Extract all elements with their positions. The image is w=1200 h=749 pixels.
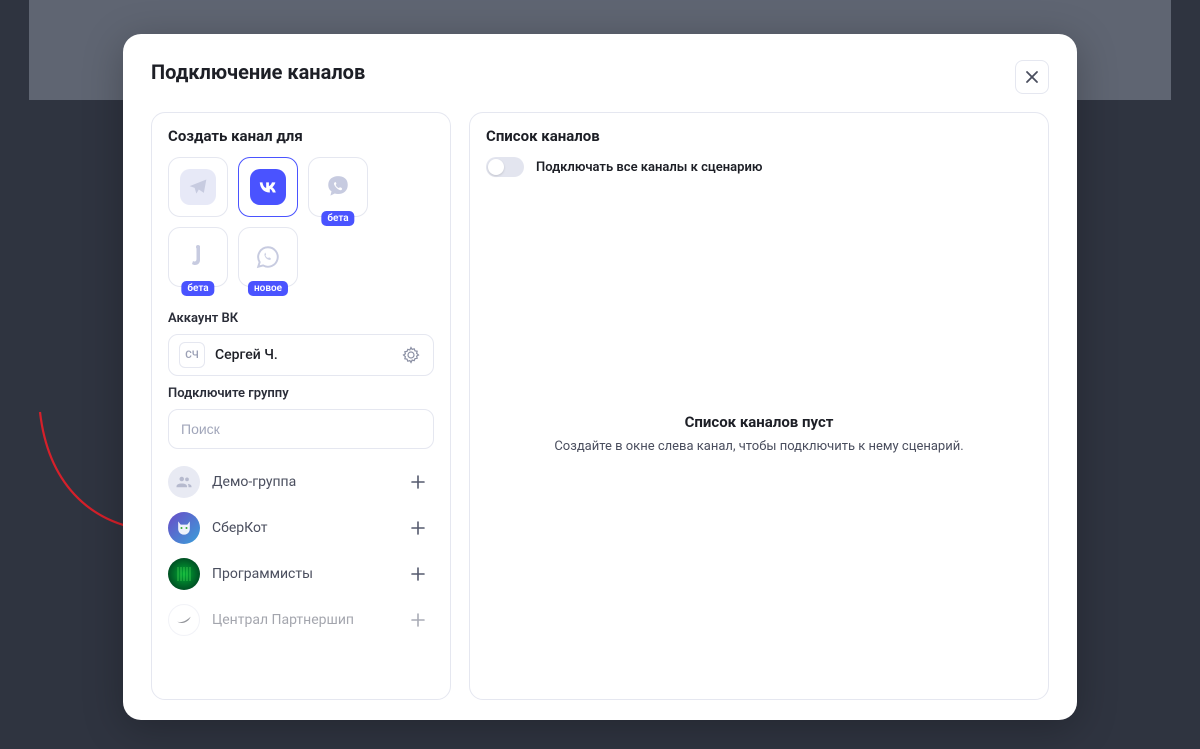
new-badge: новое xyxy=(248,281,288,296)
group-name: СберКот xyxy=(212,520,394,536)
group-row: Программисты xyxy=(168,551,430,597)
channel-tile-whatsapp[interactable]: новое xyxy=(238,227,298,287)
add-group-button[interactable] xyxy=(406,470,430,494)
beta-badge: бета xyxy=(181,281,214,296)
connect-channels-modal: Подключение каналов Создать канал для xyxy=(123,34,1077,720)
channel-list-label: Список каналов xyxy=(486,127,1032,145)
add-group-button[interactable] xyxy=(406,562,430,586)
close-button[interactable] xyxy=(1015,60,1049,94)
jivo-icon xyxy=(188,244,208,270)
group-name: Программисты xyxy=(212,566,394,582)
connect-all-toggle-row: Подключать все каналы к сценарию xyxy=(486,157,1032,177)
telegram-icon xyxy=(188,177,208,197)
plus-icon xyxy=(410,566,426,582)
group-name: Централ Партнершип xyxy=(212,612,394,628)
account-avatar: СЧ xyxy=(179,342,205,368)
group-list[interactable]: Демо-группа СберКот xyxy=(168,459,434,685)
group-avatar xyxy=(168,512,200,544)
groups-label: Подключите группу xyxy=(168,386,434,401)
channel-tile-jivo[interactable]: бета xyxy=(168,227,228,287)
close-icon xyxy=(1025,70,1039,84)
create-channel-label: Создать канал для xyxy=(168,127,434,145)
plus-icon xyxy=(410,474,426,490)
connect-all-toggle-label: Подключать все каналы к сценарию xyxy=(536,160,762,175)
connect-all-toggle[interactable] xyxy=(486,157,524,177)
empty-state-subtitle: Создайте в окне слева канал, чтобы подкл… xyxy=(554,437,963,457)
group-search-input[interactable] xyxy=(168,409,434,449)
swoosh-avatar-icon xyxy=(174,610,194,630)
account-selector[interactable]: СЧ Сергей Ч. xyxy=(168,334,434,376)
whatsapp-icon xyxy=(255,244,281,270)
group-row: Демо-группа xyxy=(168,459,430,505)
channel-tile-telegram[interactable] xyxy=(168,157,228,217)
group-avatar xyxy=(168,604,200,636)
channel-tile-vk[interactable] xyxy=(238,157,298,217)
group-avatar xyxy=(168,466,200,498)
channel-tile-viber[interactable]: бета xyxy=(308,157,368,217)
empty-state-title: Список каналов пуст xyxy=(685,413,834,431)
group-row: Централ Партнершип xyxy=(168,597,430,643)
group-avatar xyxy=(168,558,200,590)
viber-icon xyxy=(325,174,351,200)
group-row: СберКот xyxy=(168,505,430,551)
empty-state: Список каналов пуст Создайте в окне слев… xyxy=(486,185,1032,685)
create-channel-panel: Создать канал для xyxy=(151,112,451,700)
channel-tiles: бета бета новое xyxy=(168,157,434,287)
account-name: Сергей Ч. xyxy=(215,347,389,363)
matrix-avatar-icon xyxy=(175,565,193,583)
plus-icon xyxy=(410,612,426,628)
add-group-button[interactable] xyxy=(406,608,430,632)
modal-title: Подключение каналов xyxy=(151,60,365,84)
vk-icon xyxy=(257,176,279,198)
group-placeholder-icon xyxy=(175,473,193,491)
add-group-button[interactable] xyxy=(406,516,430,540)
channel-list-panel: Список каналов Подключать все каналы к с… xyxy=(469,112,1049,700)
account-settings-button[interactable] xyxy=(399,343,423,367)
cat-avatar-icon xyxy=(174,518,194,538)
beta-badge: бета xyxy=(321,211,354,226)
gear-icon xyxy=(402,346,420,364)
account-label: Аккаунт ВК xyxy=(168,311,434,326)
group-name: Демо-группа xyxy=(212,474,394,490)
plus-icon xyxy=(410,520,426,536)
